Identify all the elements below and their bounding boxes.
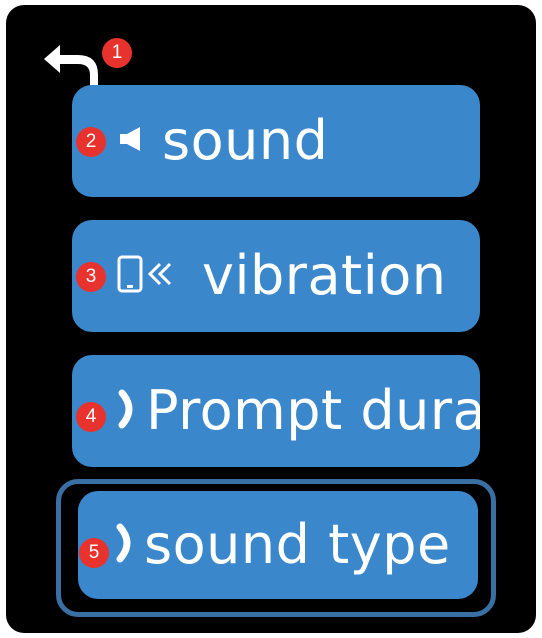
annotation-badge: 5 [79,538,109,568]
annotation-badge: 1 [102,38,132,68]
menu-item-prompt-duration[interactable]: Prompt duration [72,355,480,467]
speaker-icon [118,124,144,158]
menu-item-sound-type[interactable]: sound type [78,491,478,599]
annotation-badge: 3 [76,262,106,292]
menu-item-label: sound [162,109,329,172]
phone-vibration-icon [116,254,186,298]
annotation-badge: 4 [76,402,106,432]
menu-item-label: Prompt duration [146,379,480,442]
menu-item-vibration[interactable]: vibration [72,220,480,332]
annotation-badge: 2 [76,127,106,157]
menu-item-label: vibration [202,244,447,307]
half-circle-icon [116,523,136,567]
menu-item-sound[interactable]: sound [72,85,480,197]
half-circle-icon [118,389,138,433]
menu-item-label: sound type [144,513,451,576]
app-screen: sound vibration Prompt duration [6,5,536,633]
